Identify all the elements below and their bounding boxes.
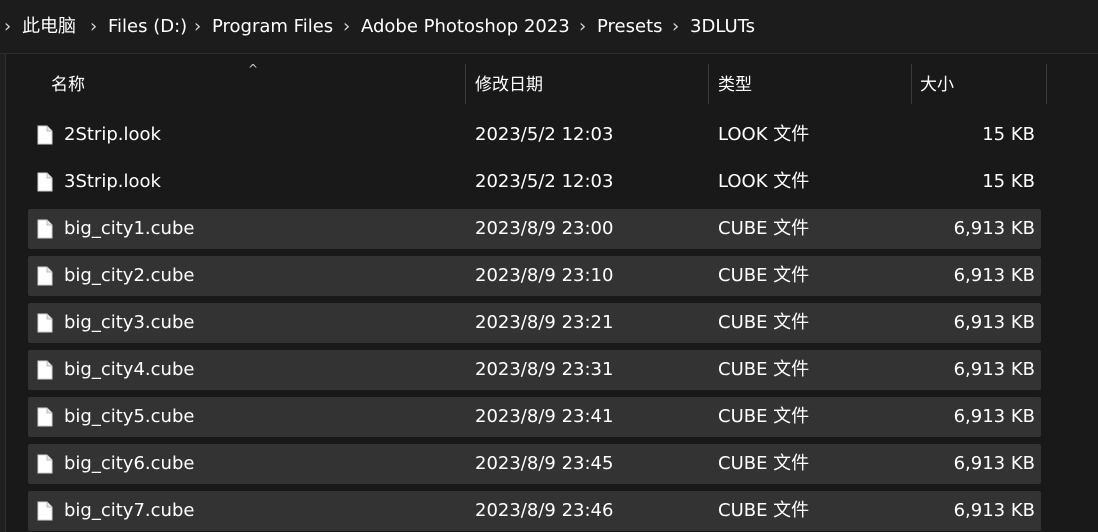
file-name: big_city5.cube bbox=[64, 406, 195, 427]
document-icon bbox=[37, 266, 53, 286]
file-size: 6,913 KB bbox=[953, 218, 1035, 239]
chevron-right-icon[interactable]: › bbox=[194, 15, 201, 39]
column-header-modified[interactable]: 修改日期 bbox=[466, 64, 708, 104]
breadcrumb-item-this-pc[interactable]: 此电脑 bbox=[22, 15, 76, 39]
file-row[interactable]: 3Strip.look 2023/5/2 12:03 LOOK 文件 15 KB bbox=[28, 162, 1041, 202]
document-icon bbox=[37, 501, 53, 521]
column-header-label: 类型 bbox=[718, 75, 752, 95]
file-row[interactable]: big_city7.cube 2023/8/9 23:46 CUBE 文件 6,913… bbox=[28, 491, 1041, 531]
file-name: big_city7.cube bbox=[64, 500, 195, 521]
chevron-right-icon[interactable]: › bbox=[579, 15, 586, 39]
file-name: big_city3.cube bbox=[64, 312, 195, 333]
column-header-label: 修改日期 bbox=[475, 75, 543, 95]
breadcrumb-item-drive-d[interactable]: Files (D:) bbox=[108, 15, 187, 39]
file-row[interactable]: big_city2.cube 2023/8/9 23:10 CUBE 文件 6,913… bbox=[28, 256, 1041, 296]
document-icon bbox=[37, 219, 53, 239]
file-modified-date: 2023/8/9 23:41 bbox=[475, 406, 614, 427]
chevron-right-icon[interactable]: › bbox=[90, 15, 97, 39]
document-icon bbox=[37, 454, 53, 474]
file-type: LOOK 文件 bbox=[718, 124, 810, 145]
file-modified-date: 2023/8/9 23:45 bbox=[475, 453, 614, 474]
breadcrumb-item-adobe-photoshop[interactable]: Adobe Photoshop 2023 bbox=[361, 15, 570, 39]
file-name: big_city6.cube bbox=[64, 453, 195, 474]
file-modified-date: 2023/8/9 23:10 bbox=[475, 265, 614, 286]
chevron-right-icon[interactable]: › bbox=[343, 15, 350, 39]
column-header-size[interactable]: 大小 bbox=[912, 64, 1046, 104]
file-row[interactable]: big_city5.cube 2023/8/9 23:41 CUBE 文件 6,913… bbox=[28, 397, 1041, 437]
document-icon bbox=[37, 360, 53, 380]
file-name: big_city2.cube bbox=[64, 265, 195, 286]
file-modified-date: 2023/8/9 23:00 bbox=[475, 218, 614, 239]
file-size: 6,913 KB bbox=[953, 265, 1035, 286]
breadcrumb-item-presets[interactable]: Presets bbox=[597, 15, 663, 39]
file-modified-date: 2023/8/9 23:21 bbox=[475, 312, 614, 333]
file-size: 15 KB bbox=[982, 171, 1035, 192]
document-icon bbox=[37, 313, 53, 333]
file-type: CUBE 文件 bbox=[718, 312, 810, 333]
file-name: 3Strip.look bbox=[64, 171, 161, 192]
file-modified-date: 2023/8/9 23:31 bbox=[475, 359, 614, 380]
file-size: 6,913 KB bbox=[953, 453, 1035, 474]
column-header-label: 名称 bbox=[51, 75, 85, 95]
document-icon bbox=[37, 407, 53, 427]
address-bar[interactable]: › 此电脑 › Files (D:) › Program Files › Ado… bbox=[0, 0, 1098, 54]
chevron-right-icon[interactable]: › bbox=[672, 15, 679, 39]
file-row[interactable]: big_city1.cube 2023/8/9 23:00 CUBE 文件 6,913… bbox=[28, 209, 1041, 249]
file-type: CUBE 文件 bbox=[718, 406, 810, 427]
breadcrumb-item-program-files[interactable]: Program Files bbox=[212, 15, 333, 39]
chevron-right-icon[interactable]: › bbox=[4, 15, 11, 39]
file-name: big_city4.cube bbox=[64, 359, 195, 380]
column-header-label: 大小 bbox=[920, 75, 954, 95]
file-row[interactable]: 2Strip.look 2023/5/2 12:03 LOOK 文件 15 KB bbox=[28, 115, 1041, 155]
file-size: 6,913 KB bbox=[953, 312, 1035, 333]
file-modified-date: 2023/5/2 12:03 bbox=[475, 124, 614, 145]
file-type: CUBE 文件 bbox=[718, 218, 810, 239]
file-type: CUBE 文件 bbox=[718, 453, 810, 474]
file-size: 6,913 KB bbox=[953, 500, 1035, 521]
breadcrumb-item-3dluts[interactable]: 3DLUTs bbox=[690, 15, 755, 39]
file-type: LOOK 文件 bbox=[718, 171, 810, 192]
file-size: 6,913 KB bbox=[953, 359, 1035, 380]
file-type: CUBE 文件 bbox=[718, 500, 810, 521]
file-type: CUBE 文件 bbox=[718, 359, 810, 380]
file-type: CUBE 文件 bbox=[718, 265, 810, 286]
file-row[interactable]: big_city3.cube 2023/8/9 23:21 CUBE 文件 6,913… bbox=[28, 303, 1041, 343]
column-header-name[interactable]: 名称 bbox=[28, 64, 465, 104]
file-size: 15 KB bbox=[982, 124, 1035, 145]
column-header-type[interactable]: 类型 bbox=[709, 64, 911, 104]
file-name: big_city1.cube bbox=[64, 218, 195, 239]
file-name: 2Strip.look bbox=[64, 124, 161, 145]
file-row[interactable]: big_city4.cube 2023/8/9 23:31 CUBE 文件 6,913… bbox=[28, 350, 1041, 390]
document-icon bbox=[37, 125, 53, 145]
file-modified-date: 2023/5/2 12:03 bbox=[475, 171, 614, 192]
file-row[interactable]: big_city6.cube 2023/8/9 23:45 CUBE 文件 6,913… bbox=[28, 444, 1041, 484]
document-icon bbox=[37, 172, 53, 192]
file-modified-date: 2023/8/9 23:46 bbox=[475, 500, 614, 521]
column-divider[interactable] bbox=[1046, 64, 1047, 104]
file-size: 6,913 KB bbox=[953, 406, 1035, 427]
